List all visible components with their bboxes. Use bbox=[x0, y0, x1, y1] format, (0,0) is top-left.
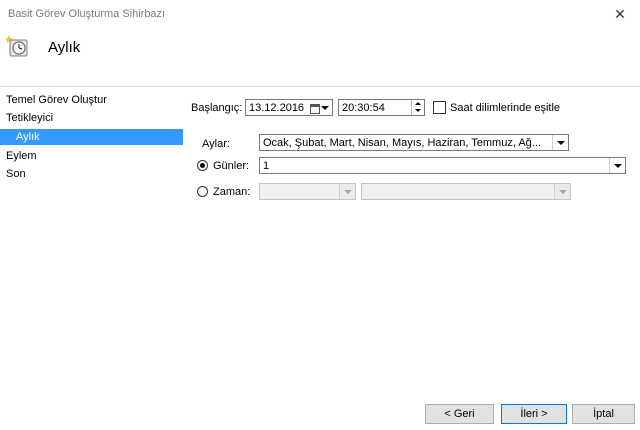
weekday-dropdown-button[interactable] bbox=[554, 184, 570, 199]
calendar-icon bbox=[310, 103, 320, 114]
sync-timezones-label: Saat dilimlerinde eşitle bbox=[450, 102, 561, 114]
back-button[interactable]: < Geri bbox=[425, 404, 494, 424]
months-dropdown[interactable]: Ocak, Şubat, Mart, Nisan, Mayıs, Haziran… bbox=[259, 134, 569, 151]
sidebar-item-action[interactable]: Eylem bbox=[0, 148, 183, 164]
start-time-field[interactable]: 20:30:54 bbox=[338, 99, 425, 116]
chevron-down-icon bbox=[321, 106, 329, 110]
months-label: Aylar: bbox=[202, 138, 230, 150]
next-button[interactable]: İleri > bbox=[501, 404, 567, 424]
sidebar-item-finish[interactable]: Son bbox=[0, 166, 183, 182]
close-icon[interactable]: ✕ bbox=[610, 4, 630, 24]
start-date-picker[interactable]: 13.12.2016 bbox=[245, 99, 333, 116]
chevron-down-icon bbox=[343, 189, 352, 194]
calendar-dropdown-button[interactable] bbox=[310, 101, 330, 115]
days-radio[interactable] bbox=[197, 160, 208, 171]
days-value: 1 bbox=[263, 160, 270, 172]
window-title: Basit Görev Oluşturma Sihirbazı bbox=[8, 8, 166, 20]
spin-down-button[interactable] bbox=[412, 107, 424, 114]
start-time-value: 20:30:54 bbox=[342, 102, 385, 114]
week-occurrence-dropdown-button[interactable] bbox=[339, 184, 355, 199]
sidebar-item-trigger[interactable]: Tetikleyici bbox=[0, 110, 183, 126]
arrow-up-icon bbox=[415, 102, 421, 105]
days-label: Günler: bbox=[213, 160, 250, 172]
time-spinner[interactable] bbox=[411, 100, 424, 115]
start-label: Başlangıç: bbox=[191, 102, 243, 114]
months-value: Ocak, Şubat, Mart, Nisan, Mayıs, Haziran… bbox=[263, 137, 541, 149]
sidebar-item-create-basic-task[interactable]: Temel Görev Oluştur bbox=[0, 92, 183, 108]
days-dropdown-button[interactable] bbox=[609, 158, 625, 173]
chevron-down-icon bbox=[558, 189, 567, 194]
spin-up-button[interactable] bbox=[412, 100, 424, 107]
sync-timezones-checkbox[interactable] bbox=[433, 101, 446, 114]
sidebar-item-monthly[interactable]: Aylık bbox=[0, 129, 183, 145]
page-title: Aylık bbox=[48, 39, 81, 56]
wizard-header: Aylık bbox=[0, 28, 640, 87]
months-dropdown-button[interactable] bbox=[552, 135, 568, 150]
days-dropdown[interactable]: 1 bbox=[259, 157, 626, 174]
weekday-dropdown[interactable] bbox=[361, 183, 571, 200]
week-occurrence-dropdown[interactable] bbox=[259, 183, 356, 200]
task-clock-icon bbox=[6, 35, 28, 57]
on-label: Zaman: bbox=[213, 186, 251, 198]
chevron-down-icon bbox=[556, 140, 565, 145]
arrow-down-icon bbox=[415, 109, 421, 112]
start-date-value: 13.12.2016 bbox=[249, 102, 305, 114]
cancel-button[interactable]: İptal bbox=[572, 404, 635, 424]
title-bar: Basit Görev Oluşturma Sihirbazı ✕ bbox=[0, 0, 640, 28]
on-radio[interactable] bbox=[197, 186, 208, 197]
chevron-down-icon bbox=[613, 163, 622, 168]
